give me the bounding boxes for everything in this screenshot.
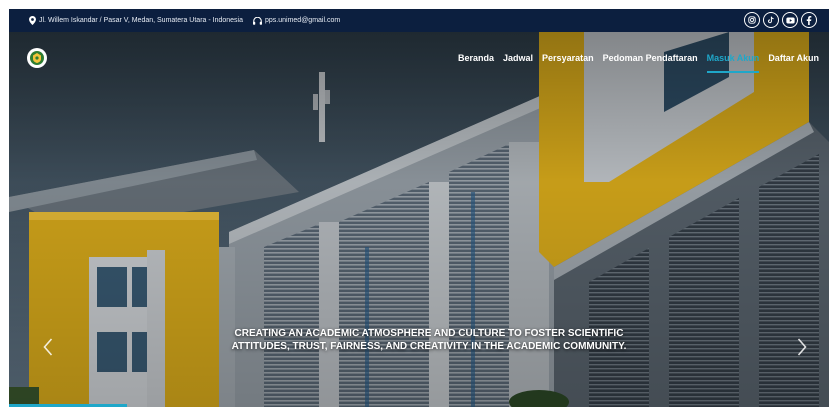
- logo-emblem-icon: [30, 51, 44, 65]
- nav-masuk-akun[interactable]: Masuk Akun: [706, 53, 759, 73]
- instagram-icon[interactable]: [744, 12, 760, 28]
- nav-jadwal[interactable]: Jadwal: [503, 53, 533, 63]
- chevron-right-icon: [797, 338, 807, 356]
- address-info: Jl. Willem Iskandar / Pasar V, Medan, Su…: [29, 16, 243, 25]
- address-text: Jl. Willem Iskandar / Pasar V, Medan, Su…: [39, 17, 243, 24]
- location-pin-icon: [29, 16, 36, 25]
- nav-daftar-akun[interactable]: Daftar Akun: [768, 53, 819, 63]
- nav-persyaratan[interactable]: Persyaratan: [542, 53, 594, 63]
- slider-prev-button[interactable]: [39, 335, 57, 359]
- hero-slider: Beranda Jadwal Persyaratan Pedoman Penda…: [9, 32, 829, 407]
- hero-caption: CREATING AN ACADEMIC ATMOSPHERE AND CULT…: [189, 327, 669, 353]
- chevron-left-icon: [43, 338, 53, 356]
- social-links: [744, 12, 817, 28]
- youtube-icon[interactable]: [782, 12, 798, 28]
- tiktok-icon[interactable]: [763, 12, 779, 28]
- nav-pedoman-pendaftaran[interactable]: Pedoman Pendaftaran: [603, 53, 698, 63]
- email-text[interactable]: pps.unimed@gmail.com: [265, 17, 340, 24]
- nav-beranda[interactable]: Beranda: [458, 53, 494, 63]
- main-nav: Beranda Jadwal Persyaratan Pedoman Penda…: [458, 53, 819, 73]
- slider-next-button[interactable]: [793, 335, 811, 359]
- hero-caption-line-2: ATTITUDES, TRUST, FAIRNESS, AND CREATIVI…: [231, 341, 627, 352]
- facebook-icon[interactable]: [801, 12, 817, 28]
- headset-icon: [253, 16, 262, 25]
- university-logo[interactable]: [27, 48, 47, 68]
- top-info-bar: Jl. Willem Iskandar / Pasar V, Medan, Su…: [9, 9, 829, 32]
- email-info[interactable]: pps.unimed@gmail.com: [253, 16, 340, 25]
- hero-caption-line-1: CREATING AN ACADEMIC ATMOSPHERE AND CULT…: [234, 328, 624, 339]
